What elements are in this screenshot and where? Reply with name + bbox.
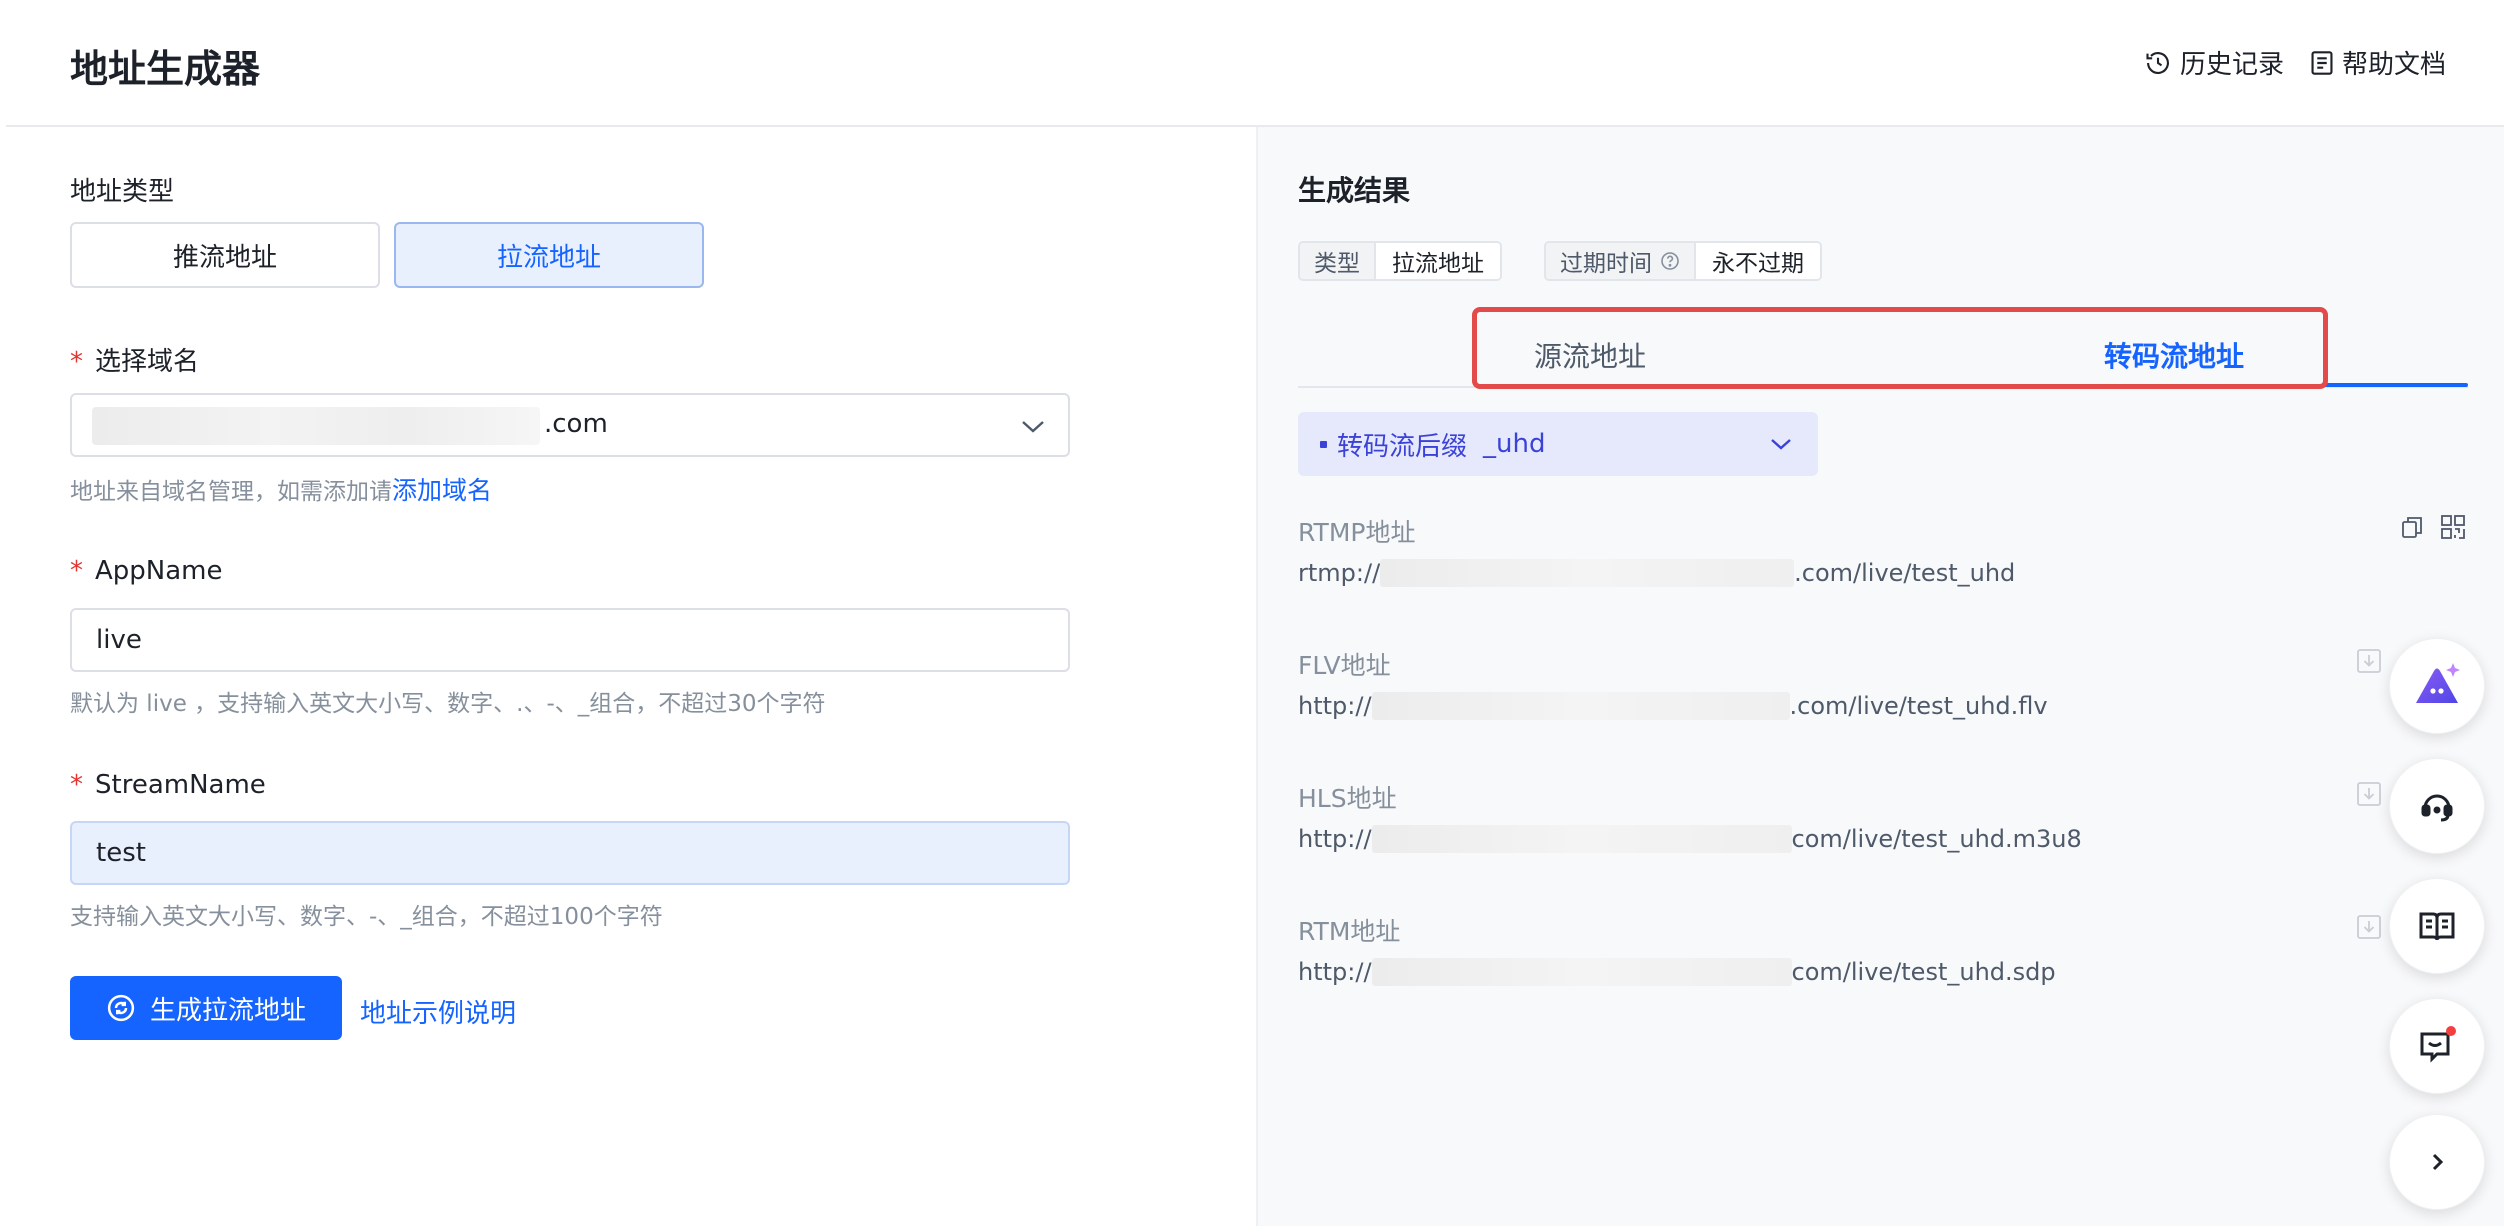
rtmp-label: RTMP地址	[1298, 518, 1416, 547]
qrcode-icon[interactable]	[2440, 514, 2466, 540]
chevron-down-icon	[1771, 439, 1791, 450]
message-icon	[2420, 1026, 2456, 1063]
expiry-tag: 过期时间 永不过期	[1544, 241, 1822, 281]
domain-label: 选择域名	[95, 347, 200, 377]
history-label: 历史记录	[2180, 50, 2285, 80]
domain-value-suffix: .com	[544, 409, 608, 439]
history-link[interactable]: 历史记录	[2144, 44, 2284, 81]
address-generator-page: 地址生成器 历史记录 帮助文档 地址类型 推流地址 拉流地址 * 选择域名 .co…	[0, 0, 2504, 1226]
history-icon	[2146, 51, 2169, 74]
messages-button[interactable]	[2389, 998, 2485, 1094]
rtmp-url-prefix: rtmp://	[1298, 559, 1381, 587]
redacted-host	[1371, 825, 1792, 853]
download-icon[interactable]	[2356, 914, 2382, 940]
header: 地址生成器 历史记录 帮助文档	[6, 0, 2504, 127]
generate-button-label: 生成拉流地址	[149, 995, 306, 1026]
suffix-label: 转码流后缀	[1337, 431, 1468, 462]
address-type-label: 地址类型	[70, 177, 175, 207]
domain-label-row: * 选择域名	[70, 341, 199, 378]
active-tab-indicator	[2324, 383, 2468, 387]
type-tag: 类型 拉流地址	[1298, 241, 1502, 281]
tab-transcode-stream[interactable]: 转码流地址	[2104, 335, 2244, 375]
tabs-divider	[1298, 386, 2468, 388]
headset-icon	[2421, 794, 2453, 822]
customer-service-button[interactable]	[2389, 758, 2485, 854]
redacted-host	[1380, 559, 1795, 587]
help-docs-link[interactable]: 帮助文档	[2310, 44, 2446, 81]
hls-url[interactable]: http:// com/live/test_uhd.m3u8	[1298, 825, 2082, 853]
flv-url-prefix: http://	[1298, 692, 1372, 720]
result-title: 生成结果	[1298, 174, 1411, 207]
download-icon[interactable]	[2356, 648, 2382, 674]
refresh-icon	[107, 994, 135, 1022]
hls-label: HLS地址	[1298, 784, 1397, 813]
rtm-label: RTM地址	[1298, 917, 1401, 946]
rtm-url[interactable]: http:// com/live/test_uhd.sdp	[1298, 958, 2056, 986]
appname-label: AppName	[95, 556, 223, 586]
page-title: 地址生成器	[70, 47, 261, 91]
book-icon	[2419, 912, 2455, 941]
redacted-host	[1371, 692, 1790, 720]
rtm-url-suffix: com/live/test_uhd.sdp	[1791, 958, 2056, 986]
copy-icon[interactable]	[2400, 514, 2424, 540]
flv-url[interactable]: http:// .com/live/test_uhd.flv	[1298, 692, 2048, 720]
streamname-input[interactable]: test	[70, 821, 1070, 885]
form-panel: 地址类型 推流地址 拉流地址 * 选择域名 .com 地址来自域名管理，如需添加请…	[6, 127, 1258, 1226]
type-tag-value: 拉流地址	[1376, 243, 1500, 279]
generate-pull-address-button[interactable]: 生成拉流地址	[70, 976, 342, 1040]
pull-address-option[interactable]: 拉流地址	[394, 222, 704, 288]
appname-hint: 默认为 live ，支持输入英文大小写、数字、.、-、_组合，不超过30个字符	[70, 691, 826, 717]
ai-assistant-button[interactable]	[2389, 638, 2485, 734]
download-icon[interactable]	[2356, 781, 2382, 807]
appname-input[interactable]: live	[70, 608, 1070, 672]
expiry-tag-key-wrap: 过期时间	[1546, 243, 1696, 279]
hls-url-prefix: http://	[1298, 825, 1372, 853]
push-address-option[interactable]: 推流地址	[70, 222, 380, 288]
redacted-domain	[92, 407, 540, 445]
chevron-down-icon	[1022, 421, 1044, 433]
result-panel: 生成结果 类型 拉流地址 过期时间 永不过期 源流地址 转码流地址 转码流后缀 …	[1258, 127, 2504, 1226]
streamname-label-row: * StreamName	[70, 770, 266, 800]
rtm-url-prefix: http://	[1298, 958, 1372, 986]
bullet-dot	[1320, 440, 1327, 448]
hls-url-suffix: com/live/test_uhd.m3u8	[1791, 825, 2082, 853]
rtmp-url[interactable]: rtmp:// .com/live/test_uhd	[1298, 559, 2015, 587]
tab-source-stream[interactable]: 源流地址	[1534, 335, 1646, 375]
domain-hint-text: 地址来自域名管理，如需添加请	[70, 479, 392, 505]
expand-button[interactable]	[2389, 1114, 2485, 1210]
flv-label: FLV地址	[1298, 651, 1391, 680]
flv-url-suffix: .com/live/test_uhd.flv	[1789, 692, 2048, 720]
chevron-right-icon	[2432, 1153, 2444, 1171]
document-icon	[2311, 50, 2333, 75]
ai-assistant-icon	[2416, 663, 2460, 703]
documentation-button[interactable]	[2389, 878, 2485, 974]
streamname-hint: 支持输入英文大小写、数字、-、_组合，不超过100个字符	[70, 904, 663, 930]
domain-select[interactable]: .com	[70, 393, 1070, 457]
domain-hint: 地址来自域名管理，如需添加请添加域名	[70, 471, 492, 507]
expiry-tag-key: 过期时间	[1560, 251, 1652, 277]
redacted-host	[1371, 958, 1792, 986]
type-tag-key: 类型	[1300, 243, 1376, 279]
required-mark: *	[70, 770, 83, 800]
help-docs-label: 帮助文档	[2342, 50, 2447, 80]
rtmp-url-suffix: .com/live/test_uhd	[1794, 559, 2016, 587]
appname-label-row: * AppName	[70, 556, 223, 586]
suffix-value: _uhd	[1483, 429, 1546, 459]
transcode-suffix-select[interactable]: 转码流后缀 _uhd	[1298, 412, 1818, 476]
streamname-label: StreamName	[95, 770, 266, 800]
help-circle-icon[interactable]	[1660, 251, 1680, 271]
expiry-tag-value: 永不过期	[1696, 243, 1820, 279]
address-example-link[interactable]: 地址示例说明	[360, 993, 516, 1030]
required-mark: *	[70, 556, 83, 586]
required-mark: *	[70, 347, 83, 377]
add-domain-link[interactable]: 添加域名	[392, 476, 492, 505]
